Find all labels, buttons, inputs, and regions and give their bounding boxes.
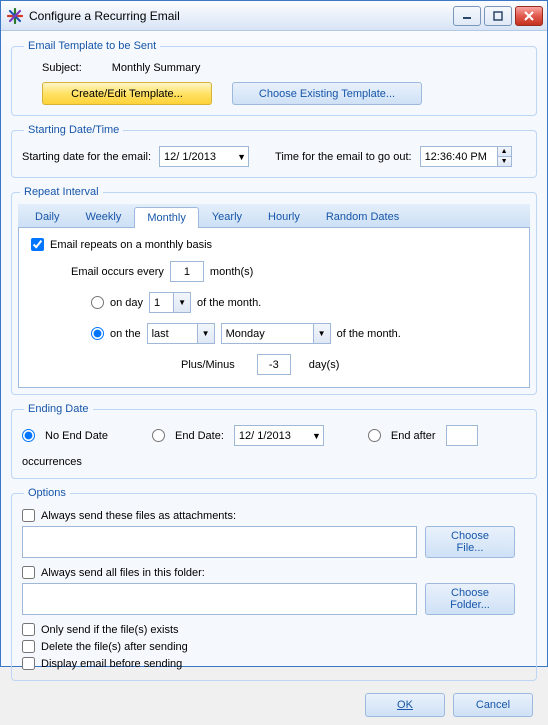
- cancel-button[interactable]: Cancel: [453, 693, 533, 717]
- on-day-select[interactable]: 1 ▼: [149, 292, 191, 313]
- legend-options: Options: [24, 487, 70, 499]
- tab-monthly[interactable]: Monthly: [134, 207, 199, 228]
- legend-repeat: Repeat Interval: [20, 186, 103, 198]
- titlebar: Configure a Recurring Email: [1, 1, 547, 31]
- attach-label: Always send these files as attachments:: [41, 510, 236, 522]
- spin-up-icon[interactable]: ▲: [497, 147, 511, 157]
- delete-after-label: Delete the file(s) after sending: [41, 641, 188, 653]
- tab-daily[interactable]: Daily: [22, 206, 72, 227]
- of-month-label-1: of the month.: [197, 297, 261, 309]
- end-date-radio[interactable]: [152, 429, 165, 442]
- create-edit-template-button[interactable]: Create/Edit Template...: [42, 82, 212, 105]
- dropdown-arrow-icon: ▼: [237, 152, 246, 162]
- client-area: Email Template to be Sent Subject: Month…: [1, 31, 547, 725]
- tab-random-dates[interactable]: Random Dates: [313, 206, 412, 227]
- legend-ending: Ending Date: [24, 403, 93, 415]
- spin-down-icon[interactable]: ▼: [497, 157, 511, 166]
- fieldset-repeat: Repeat Interval Daily Weekly Monthly Yea…: [11, 186, 537, 395]
- occurrences-label: occurrences: [22, 456, 82, 468]
- occurs-every-label: Email occurs every: [71, 266, 164, 278]
- on-day-radio[interactable]: [91, 296, 104, 309]
- display-before-label: Display email before sending: [41, 658, 182, 670]
- folder-label: Always send all files in this folder:: [41, 567, 205, 579]
- end-date-value: 12/ 1/2013: [239, 430, 291, 442]
- window-title: Configure a Recurring Email: [29, 9, 453, 23]
- end-date-label: End Date:: [175, 430, 224, 442]
- tab-body-monthly: Email repeats on a monthly basis Email o…: [18, 228, 530, 388]
- months-label: month(s): [210, 266, 253, 278]
- starting-time-spinner[interactable]: 12:36:40 PM ▲▼: [420, 146, 512, 167]
- legend-template: Email Template to be Sent: [24, 40, 160, 52]
- choose-folder-button[interactable]: Choose Folder...: [425, 583, 515, 615]
- delete-after-checkbox[interactable]: [22, 640, 35, 653]
- attach-checkbox[interactable]: [22, 509, 35, 522]
- ordinal-value: last: [152, 328, 169, 340]
- tab-hourly[interactable]: Hourly: [255, 206, 313, 227]
- window-controls: [453, 6, 543, 26]
- plus-minus-label: Plus/Minus: [181, 359, 235, 371]
- choose-existing-template-button[interactable]: Choose Existing Template...: [232, 82, 422, 105]
- only-if-exists-checkbox[interactable]: [22, 623, 35, 636]
- attach-files-textbox[interactable]: [22, 526, 417, 558]
- on-day-label: on day: [110, 297, 143, 309]
- fieldset-options: Options Always send these files as attac…: [11, 487, 537, 681]
- dropdown-arrow-icon: ▼: [173, 293, 190, 312]
- no-end-date-label: No End Date: [45, 430, 108, 442]
- dropdown-arrow-icon: ▼: [312, 431, 321, 441]
- only-if-exists-label: Only send if the file(s) exists: [41, 624, 179, 636]
- fieldset-ending: Ending Date No End Date End Date: 12/ 1/…: [11, 403, 537, 479]
- app-icon: [7, 8, 23, 24]
- maximize-button[interactable]: [484, 6, 512, 26]
- end-after-radio[interactable]: [368, 429, 381, 442]
- display-before-checkbox[interactable]: [22, 657, 35, 670]
- days-label: day(s): [309, 359, 340, 371]
- starting-date-value: 12/ 1/2013: [164, 151, 216, 163]
- legend-starting: Starting Date/Time: [24, 124, 123, 136]
- monthly-repeat-checkbox[interactable]: [31, 238, 44, 251]
- on-the-radio[interactable]: [91, 327, 104, 340]
- starting-date-picker[interactable]: 12/ 1/2013 ▼: [159, 146, 249, 167]
- folder-checkbox[interactable]: [22, 566, 35, 579]
- dropdown-arrow-icon: ▼: [197, 324, 214, 343]
- folder-textbox[interactable]: [22, 583, 417, 615]
- on-the-label: on the: [110, 328, 141, 340]
- fieldset-template: Email Template to be Sent Subject: Month…: [11, 40, 537, 116]
- on-day-value: 1: [154, 297, 160, 309]
- starting-time-value: 12:36:40 PM: [425, 151, 487, 163]
- tab-weekly[interactable]: Weekly: [72, 206, 134, 227]
- minimize-button[interactable]: [453, 6, 481, 26]
- plus-minus-input[interactable]: [257, 354, 291, 375]
- subject-value: Monthly Summary: [112, 62, 201, 74]
- repeat-tabstrip: Daily Weekly Monthly Yearly Hourly Rando…: [18, 204, 530, 228]
- weekday-value: Monday: [226, 328, 265, 340]
- dialog-window: Configure a Recurring Email Email Templa…: [0, 0, 548, 667]
- end-after-input[interactable]: [446, 425, 478, 446]
- tab-yearly[interactable]: Yearly: [199, 206, 255, 227]
- ok-button[interactable]: OK: [365, 693, 445, 717]
- dropdown-arrow-icon: ▼: [313, 324, 330, 343]
- occurs-every-input[interactable]: [170, 261, 204, 282]
- ordinal-select[interactable]: last ▼: [147, 323, 215, 344]
- of-month-label-2: of the month.: [337, 328, 401, 340]
- fieldset-starting: Starting Date/Time Starting date for the…: [11, 124, 537, 178]
- choose-file-button[interactable]: Choose File...: [425, 526, 515, 558]
- starting-date-label: Starting date for the email:: [22, 151, 151, 163]
- end-after-label: End after: [391, 430, 436, 442]
- no-end-date-radio[interactable]: [22, 429, 35, 442]
- close-button[interactable]: [515, 6, 543, 26]
- weekday-select[interactable]: Monday ▼: [221, 323, 331, 344]
- monthly-repeat-label: Email repeats on a monthly basis: [50, 239, 212, 251]
- subject-label: Subject:: [42, 62, 82, 74]
- end-date-picker[interactable]: 12/ 1/2013 ▼: [234, 425, 324, 446]
- dialog-footer: OK Cancel: [11, 689, 537, 717]
- starting-time-label: Time for the email to go out:: [275, 151, 412, 163]
